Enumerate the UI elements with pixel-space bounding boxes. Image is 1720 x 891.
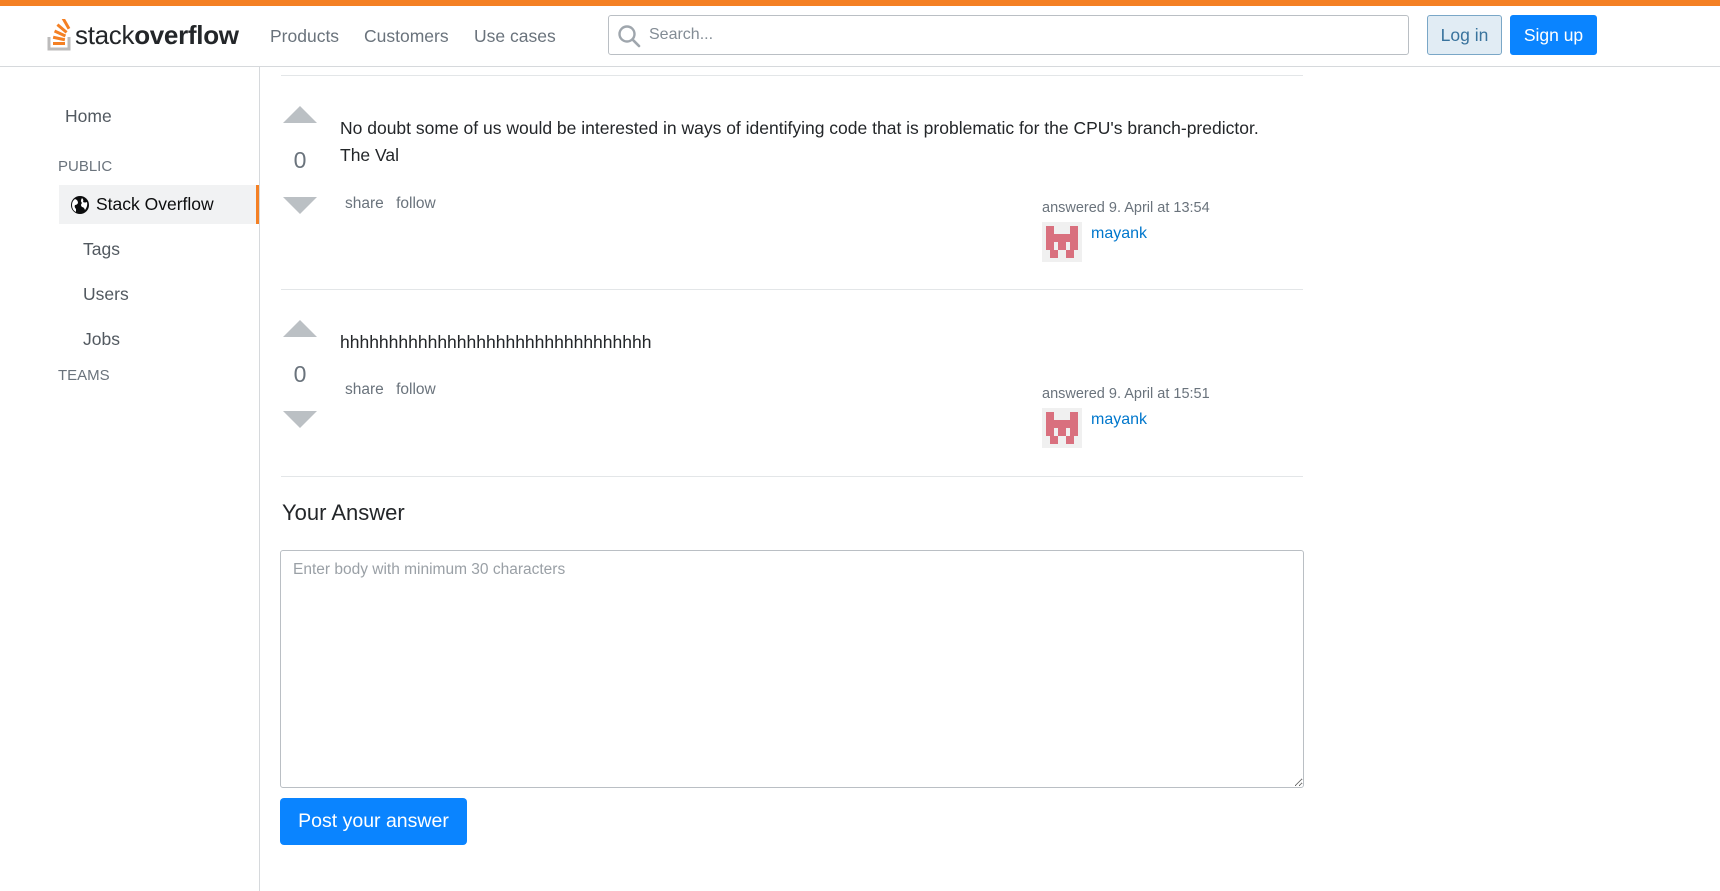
user-name-link[interactable]: mayank (1091, 411, 1147, 429)
vote-count: 0 (293, 361, 307, 387)
sidebar-item-jobs[interactable]: Jobs (83, 329, 120, 350)
answer-timestamp: answered 9. April at 15:51 (1042, 386, 1210, 402)
post-answer-button[interactable]: Post your answer (280, 798, 467, 845)
downvote-arrow-icon[interactable] (281, 409, 319, 431)
nav-use-cases[interactable]: Use cases (474, 26, 556, 47)
search-box (608, 15, 1409, 55)
divider (281, 289, 1303, 290)
signup-button[interactable]: Sign up (1510, 15, 1597, 55)
left-sidebar: Home PUBLIC Stack Overflow Tags Users Jo… (0, 67, 260, 891)
avatar[interactable] (1042, 222, 1082, 262)
user-card: answered 9. April at 13:54 mayank (1042, 200, 1282, 262)
vote-count: 0 (293, 147, 307, 173)
sidebar-item-label: Stack Overflow (96, 194, 214, 214)
follow-link[interactable]: follow (396, 381, 436, 398)
login-button[interactable]: Log in (1427, 15, 1502, 55)
upvote-arrow-icon[interactable] (281, 103, 319, 125)
downvote-arrow-icon[interactable] (281, 195, 319, 217)
user-name-link[interactable]: mayank (1091, 225, 1147, 243)
answer-body: hhhhhhhhhhhhhhhhhhhhhhhhhhhhhhhh (340, 332, 652, 352)
avatar[interactable] (1042, 408, 1082, 448)
globe-icon (70, 195, 90, 215)
answer-body: No doubt some of us would be interested … (340, 118, 1259, 165)
search-icon (618, 25, 641, 48)
sidebar-item-users[interactable]: Users (83, 284, 129, 305)
search-input[interactable] (649, 22, 1389, 48)
sidebar-section-public: PUBLIC (58, 158, 113, 175)
answer-timestamp: answered 9. April at 13:54 (1042, 200, 1210, 216)
post-menu: share follow (345, 195, 444, 213)
divider (281, 75, 1303, 76)
logo-text: stackoverflow (75, 19, 239, 50)
sidebar-item-stack-overflow[interactable]: Stack Overflow (59, 185, 259, 224)
divider (281, 476, 1303, 477)
nav-products[interactable]: Products (270, 26, 339, 47)
stack-overflow-logo-icon (47, 19, 71, 51)
answer-body-textarea[interactable] (280, 550, 1304, 788)
sidebar-item-tags[interactable]: Tags (83, 239, 120, 260)
sidebar-item-home[interactable]: Home (65, 106, 112, 127)
sidebar-section-teams: TEAMS (58, 367, 110, 384)
top-bar: stackoverflow Products Customers Use cas… (0, 0, 1720, 67)
share-link[interactable]: share (345, 381, 384, 398)
follow-link[interactable]: follow (396, 195, 436, 212)
user-card: answered 9. April at 15:51 mayank (1042, 386, 1282, 448)
nav-customers[interactable]: Customers (364, 26, 449, 47)
site-logo[interactable]: stackoverflow (47, 15, 239, 55)
share-link[interactable]: share (345, 195, 384, 212)
upvote-arrow-icon[interactable] (281, 317, 319, 339)
your-answer-heading: Your Answer (282, 500, 405, 525)
post-menu: share follow (345, 381, 444, 399)
